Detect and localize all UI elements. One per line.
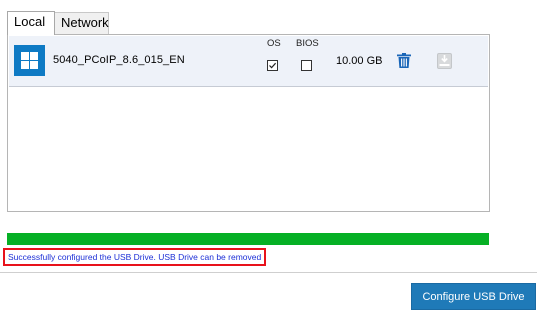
image-size: 10.00 GB xyxy=(336,55,383,67)
windows-logo-icon xyxy=(14,45,45,76)
footer-divider xyxy=(0,272,537,273)
os-checkbox[interactable] xyxy=(267,60,278,71)
bios-checkbox[interactable] xyxy=(301,60,312,71)
download-drive-icon[interactable] xyxy=(437,53,452,74)
status-message: Successfully configured the USB Drive. U… xyxy=(3,248,267,266)
tab-local[interactable]: Local xyxy=(7,11,55,35)
image-name: 5040_PCoIP_8.6_015_EN xyxy=(53,54,185,66)
bios-column-header: BIOS xyxy=(296,38,319,49)
trash-icon[interactable] xyxy=(397,53,411,73)
configure-usb-drive-button[interactable]: Configure USB Drive xyxy=(411,283,536,310)
progress-fill xyxy=(7,233,489,245)
tab-network[interactable]: Network xyxy=(55,12,109,34)
checkmark-icon xyxy=(269,62,277,69)
image-row[interactable]: 5040_PCoIP_8.6_015_EN OS BIOS 10.00 GB xyxy=(9,36,488,87)
os-column-header: OS xyxy=(267,38,281,49)
image-list-panel: 5040_PCoIP_8.6_015_EN OS BIOS 10.00 GB xyxy=(7,34,490,212)
progress-bar xyxy=(7,233,489,245)
